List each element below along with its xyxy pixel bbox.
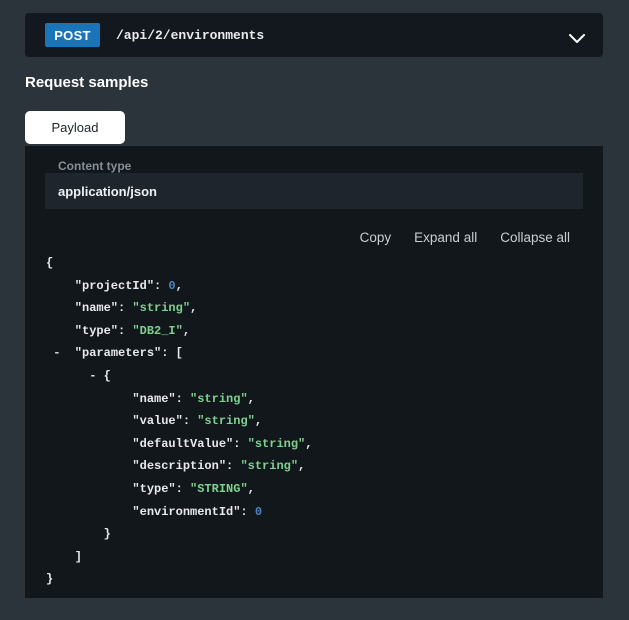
expand-all-button[interactable]: Expand all [414, 230, 477, 245]
endpoint-path: /api/2/environments [116, 28, 264, 43]
request-samples-heading: Request samples [25, 74, 148, 91]
code-line: - { [46, 365, 599, 388]
tab-payload[interactable]: Payload [25, 111, 125, 144]
code-line: } [46, 568, 599, 591]
code-line: "defaultValue": "string", [46, 433, 599, 456]
code-actions: Copy Expand all Collapse all [360, 230, 570, 245]
code-line: } [46, 523, 599, 546]
code-sample: { "projectId": 0, "name": "string", "typ… [46, 252, 599, 591]
code-line: { [46, 252, 599, 275]
code-line: "environmentId": 0 [46, 501, 599, 524]
code-line: "description": "string", [46, 455, 599, 478]
code-line: ] [46, 546, 599, 569]
code-line: "name": "string", [46, 297, 599, 320]
collapse-all-button[interactable]: Collapse all [500, 230, 570, 245]
code-line: "type": "DB2_I", [46, 320, 599, 343]
endpoint-header[interactable]: POST /api/2/environments [25, 13, 603, 57]
tab-payload-label: Payload [52, 120, 99, 135]
content-type-value: application/json [45, 184, 157, 199]
method-badge: POST [45, 23, 100, 47]
chevron-down-icon[interactable] [569, 31, 585, 49]
request-sample-panel: Content type application/json Copy Expan… [25, 146, 603, 598]
code-line: "projectId": 0, [46, 275, 599, 298]
code-line: "value": "string", [46, 410, 599, 433]
copy-button[interactable]: Copy [360, 230, 392, 245]
code-line: "type": "STRING", [46, 478, 599, 501]
content-type-band: application/json [45, 173, 583, 209]
code-line: - "parameters": [ [46, 342, 599, 365]
code-line: "name": "string", [46, 388, 599, 411]
content-type-label: Content type [58, 159, 131, 173]
